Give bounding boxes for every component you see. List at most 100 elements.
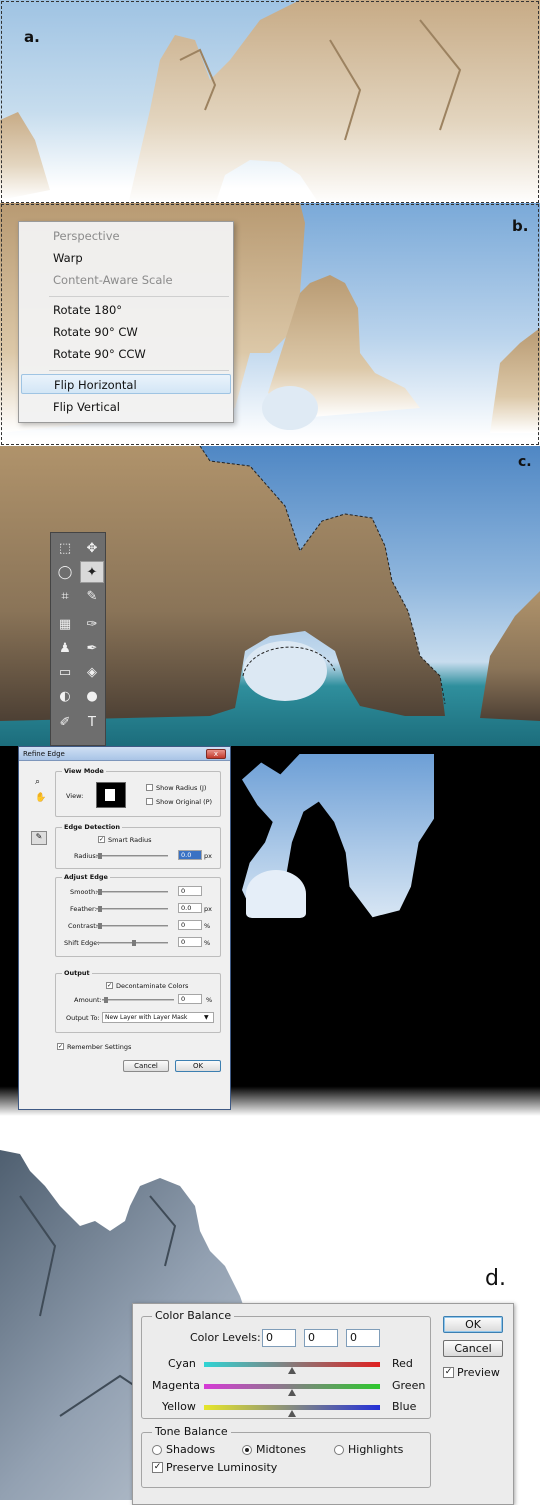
color-level-input-2[interactable]: 0 bbox=[304, 1329, 338, 1347]
cancel-button[interactable]: Cancel bbox=[123, 1060, 169, 1072]
feather-slider[interactable] bbox=[96, 908, 168, 910]
menu-item-rotate-90-cw[interactable]: Rotate 90° CW bbox=[21, 322, 231, 342]
photo-panel-d: d. Color Balance Color Levels: 0 0 0 Cya… bbox=[0, 1116, 540, 1505]
ok-button[interactable]: OK bbox=[175, 1060, 221, 1072]
transform-context-menu: Perspective Warp Content-Aware Scale Rot… bbox=[18, 221, 234, 423]
show-original-label: Show Original (P) bbox=[156, 798, 213, 806]
ok-button[interactable]: OK bbox=[443, 1316, 503, 1333]
output-to-select[interactable]: New Layer with Layer Mask bbox=[102, 1012, 214, 1023]
amount-input[interactable]: 0 bbox=[178, 994, 202, 1004]
contrast-unit: % bbox=[204, 922, 211, 930]
feather-unit: px bbox=[204, 905, 212, 913]
radius-slider[interactable] bbox=[96, 855, 168, 857]
preserve-luminosity-label: Preserve Luminosity bbox=[166, 1461, 278, 1474]
move-tool-icon[interactable]: ✥ bbox=[80, 537, 104, 559]
cyan-red-slider-thumb[interactable] bbox=[288, 1367, 296, 1374]
decontaminate-label: Decontaminate Colors bbox=[116, 982, 189, 990]
preserve-luminosity-checkbox[interactable]: ✓ bbox=[152, 1462, 163, 1473]
contrast-slider[interactable] bbox=[96, 925, 168, 927]
refine-radius-tool-icon[interactable]: ✎ bbox=[31, 831, 47, 845]
contrast-slider-thumb[interactable] bbox=[98, 923, 102, 929]
history-brush-tool-icon[interactable]: ✒ bbox=[80, 637, 104, 659]
photo-panel-b: b. Perspective Warp Content-Aware Scale … bbox=[0, 203, 540, 446]
close-button[interactable]: x bbox=[206, 749, 226, 759]
feather-input[interactable]: 0.0 bbox=[178, 903, 202, 913]
refine-edge-dialog: Refine Edge x ⌕ ✋ ✎ View Mode View: Show… bbox=[18, 746, 231, 1110]
magenta-label: Magenta bbox=[152, 1379, 201, 1392]
adjust-edge-group: Adjust Edge Smooth: 0 Feather: 0.0 px Co… bbox=[55, 873, 221, 957]
menu-separator bbox=[49, 296, 229, 297]
eyedropper-tool-icon[interactable]: ✎ bbox=[80, 585, 104, 607]
radius-slider-thumb[interactable] bbox=[98, 853, 102, 859]
blue-label: Blue bbox=[392, 1400, 417, 1413]
dodge-tool-icon[interactable]: ● bbox=[80, 685, 104, 707]
preview-label: Preview bbox=[457, 1366, 500, 1379]
lasso-tool-icon[interactable]: ◯ bbox=[53, 561, 77, 583]
smooth-label: Smooth: bbox=[70, 888, 98, 896]
smooth-input[interactable]: 0 bbox=[178, 886, 202, 896]
midtones-radio[interactable] bbox=[242, 1445, 252, 1455]
edge-detection-title: Edge Detection bbox=[62, 823, 123, 831]
highlights-radio[interactable] bbox=[334, 1445, 344, 1455]
feather-slider-thumb[interactable] bbox=[98, 906, 102, 912]
contrast-label: Contrast: bbox=[68, 922, 98, 930]
spot-healing-tool-icon[interactable]: ▦ bbox=[53, 613, 77, 635]
yellow-blue-slider-thumb[interactable] bbox=[288, 1410, 296, 1417]
color-levels-label: Color Levels: bbox=[190, 1331, 261, 1344]
type-tool-icon[interactable]: T bbox=[80, 711, 104, 733]
menu-item-rotate-90-ccw[interactable]: Rotate 90° CCW bbox=[21, 344, 231, 364]
refine-edge-panel: Refine Edge x ⌕ ✋ ✎ View Mode View: Show… bbox=[0, 746, 540, 1116]
shadows-radio[interactable] bbox=[152, 1445, 162, 1455]
output-title: Output bbox=[62, 969, 92, 977]
color-level-input-1[interactable]: 0 bbox=[262, 1329, 296, 1347]
quick-selection-tool-icon[interactable]: ✦ bbox=[80, 561, 104, 583]
amount-unit: % bbox=[206, 996, 213, 1004]
view-mode-thumbnail[interactable] bbox=[96, 782, 126, 808]
crop-tool-icon[interactable]: ⌗ bbox=[53, 585, 77, 607]
amount-slider[interactable] bbox=[102, 999, 174, 1001]
decontaminate-checkbox[interactable]: ✓ bbox=[106, 982, 113, 989]
clone-stamp-tool-icon[interactable]: ♟ bbox=[53, 637, 77, 659]
paint-bucket-tool-icon[interactable]: ◈ bbox=[80, 661, 104, 683]
eraser-tool-icon[interactable]: ▭ bbox=[53, 661, 77, 683]
radius-label: Radius: bbox=[74, 852, 98, 860]
panel-label-d: d. bbox=[485, 1266, 506, 1291]
zoom-tool-icon[interactable]: ⌕ bbox=[35, 777, 40, 787]
menu-item-warp[interactable]: Warp bbox=[21, 248, 231, 268]
remember-settings-checkbox[interactable]: ✓ bbox=[57, 1043, 64, 1050]
show-original-checkbox[interactable] bbox=[146, 798, 153, 805]
hand-tool-icon[interactable]: ✋ bbox=[35, 793, 46, 803]
midtones-label: Midtones bbox=[256, 1443, 307, 1456]
show-radius-checkbox[interactable] bbox=[146, 784, 153, 791]
photo-panel-a: a. bbox=[0, 0, 540, 205]
amount-slider-thumb[interactable] bbox=[104, 997, 108, 1003]
marquee-tool-icon[interactable]: ⬚ bbox=[53, 537, 77, 559]
masked-arch-hole-preview bbox=[246, 870, 306, 918]
menu-item-perspective[interactable]: Perspective bbox=[21, 226, 231, 246]
chevron-down-icon[interactable]: ▼ bbox=[204, 1014, 209, 1021]
magenta-green-slider-thumb[interactable] bbox=[288, 1389, 296, 1396]
pen-tool-icon[interactable]: ✐ bbox=[53, 711, 77, 733]
smart-radius-checkbox[interactable]: ✓ bbox=[98, 836, 105, 843]
feather-label: Feather: bbox=[70, 905, 97, 913]
color-balance-group: Color Balance Color Levels: 0 0 0 Cyan R… bbox=[141, 1309, 431, 1419]
menu-separator bbox=[49, 370, 229, 371]
menu-item-flip-horizontal[interactable]: Flip Horizontal bbox=[21, 374, 231, 394]
shift-edge-label: Shift Edge: bbox=[64, 939, 100, 947]
menu-item-flip-vertical[interactable]: Flip Vertical bbox=[21, 397, 231, 417]
contrast-input[interactable]: 0 bbox=[178, 920, 202, 930]
menu-item-content-aware-scale[interactable]: Content-Aware Scale bbox=[21, 270, 231, 290]
blur-tool-icon[interactable]: ◐ bbox=[53, 685, 77, 707]
color-level-input-3[interactable]: 0 bbox=[346, 1329, 380, 1347]
smooth-slider-thumb[interactable] bbox=[98, 889, 102, 895]
menu-item-rotate-180[interactable]: Rotate 180° bbox=[21, 300, 231, 320]
preview-checkbox[interactable]: ✓ bbox=[443, 1367, 454, 1378]
color-balance-title: Color Balance bbox=[152, 1309, 235, 1322]
smooth-slider[interactable] bbox=[96, 891, 168, 893]
green-label: Green bbox=[392, 1379, 426, 1392]
cancel-button[interactable]: Cancel bbox=[443, 1340, 503, 1357]
brush-tool-icon[interactable]: ✑ bbox=[80, 613, 104, 635]
radius-input[interactable]: 0.0 bbox=[178, 850, 202, 860]
shift-edge-slider-thumb[interactable] bbox=[132, 940, 136, 946]
shift-edge-input[interactable]: 0 bbox=[178, 937, 202, 947]
